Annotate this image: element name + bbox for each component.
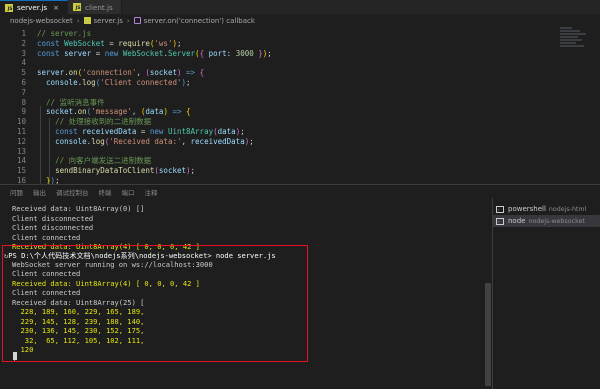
tab-label: client.js — [85, 2, 113, 12]
terminal-item-powershell[interactable]: › powershell nodejs-html — [493, 203, 600, 215]
terminal-line: Client disconnected — [12, 223, 94, 232]
chevron-right-icon: › — [76, 16, 80, 25]
editor-tab-bar: JS server.js × JS client.js — [0, 0, 600, 14]
code-text: }); — [46, 176, 60, 184]
breadcrumb: nodejs-websocket › server.js › server.on… — [0, 14, 600, 27]
terminal-line: 230, 136, 145, 230, 152, 175, — [12, 326, 145, 335]
terminal-line: Received data: Uint8Array(0) [] — [12, 204, 145, 213]
terminal-line: 32, 65, 112, 105, 102, 111, — [12, 335, 145, 345]
tab-comments[interactable]: 注释 — [145, 187, 158, 197]
tab-terminal[interactable]: 终端 — [99, 187, 112, 197]
tab-problems[interactable]: 问题 — [10, 187, 23, 197]
terminal-line: WebSocket server running on ws://localho… — [12, 259, 213, 269]
minimap-line — [560, 39, 582, 41]
terminal-scrollbar[interactable] — [484, 203, 492, 389]
minimap-line — [560, 30, 580, 32]
terminal-icon: › — [496, 217, 504, 225]
panel-tabs: 问题 输出 调试控制台 终端 端口 注释 — [0, 185, 168, 199]
terminal-line: Client connected — [12, 288, 81, 297]
terminal-line: Client connected — [12, 232, 81, 242]
breadcrumb-symbol[interactable]: server.on('connection') callback — [144, 17, 255, 25]
chevron-right-icon: › — [126, 16, 130, 25]
terminal-item-node[interactable]: › node nodejs-websocket — [493, 215, 600, 227]
terminal-line: Client disconnected — [12, 213, 94, 223]
minimap[interactable] — [560, 27, 588, 57]
terminal-line: Client connected — [12, 269, 81, 278]
minimap-line — [560, 33, 586, 35]
minimap-line — [560, 36, 578, 38]
code-editor[interactable]: 1// server.js 2 const WebSocket = require(… — [0, 27, 600, 184]
terminal-icon: › — [496, 205, 504, 213]
javascript-file-icon — [83, 17, 91, 24]
terminal-line: Received data: Uint8Array(4) [ 0, 0, 0, … — [12, 278, 200, 288]
tab-debug-console[interactable]: 调试控制台 — [56, 187, 89, 197]
tab-label: server.js — [17, 3, 48, 12]
breadcrumb-folder[interactable]: nodejs-websocket — [10, 17, 73, 25]
prompt-text: PS D:\个人代码技术文档\nodejs系列\nodejs-websocket… — [8, 250, 276, 260]
terminal-item-name: node — [508, 217, 526, 225]
tab-ports[interactable]: 端口 — [122, 187, 135, 197]
line-number: 16 — [16, 176, 26, 184]
javascript-file-icon: JS — [73, 3, 81, 11]
terminal-line: Received data: Uint8Array(25) [ — [12, 297, 145, 307]
terminal-line: 228, 189, 160, 229, 165, 189, — [12, 307, 145, 316]
close-icon[interactable]: × — [53, 4, 59, 12]
minimap-line — [560, 27, 572, 29]
terminal-line: ↻PS D:\个人代码技术文档\nodejs系列\nodejs-websocke… — [4, 251, 276, 260]
minimap-line — [560, 42, 576, 44]
editor-scrollbar[interactable] — [590, 27, 598, 184]
symbol-method-icon — [133, 17, 141, 24]
breadcrumb-file[interactable]: server.js — [94, 17, 123, 25]
terminal-item-name: powershell — [508, 205, 546, 213]
code-line[interactable]: 16 }); — [0, 175, 500, 184]
terminal-item-folder: nodejs-websocket — [528, 217, 585, 225]
tab-output[interactable]: 输出 — [33, 187, 46, 197]
minimap-line — [560, 45, 584, 47]
terminal-cursor — [13, 352, 17, 360]
tab-client-js[interactable]: JS client.js — [68, 0, 122, 14]
terminal-line: 229, 145, 128, 239, 188, 140, — [12, 316, 145, 326]
terminal-list: › powershell nodejs-html › node nodejs-w… — [492, 198, 600, 389]
tab-server-js[interactable]: JS server.js × — [0, 0, 68, 14]
scrollbar-thumb[interactable] — [485, 283, 491, 386]
javascript-file-icon: JS — [5, 3, 13, 12]
terminal-item-folder: nodejs-html — [548, 205, 587, 213]
